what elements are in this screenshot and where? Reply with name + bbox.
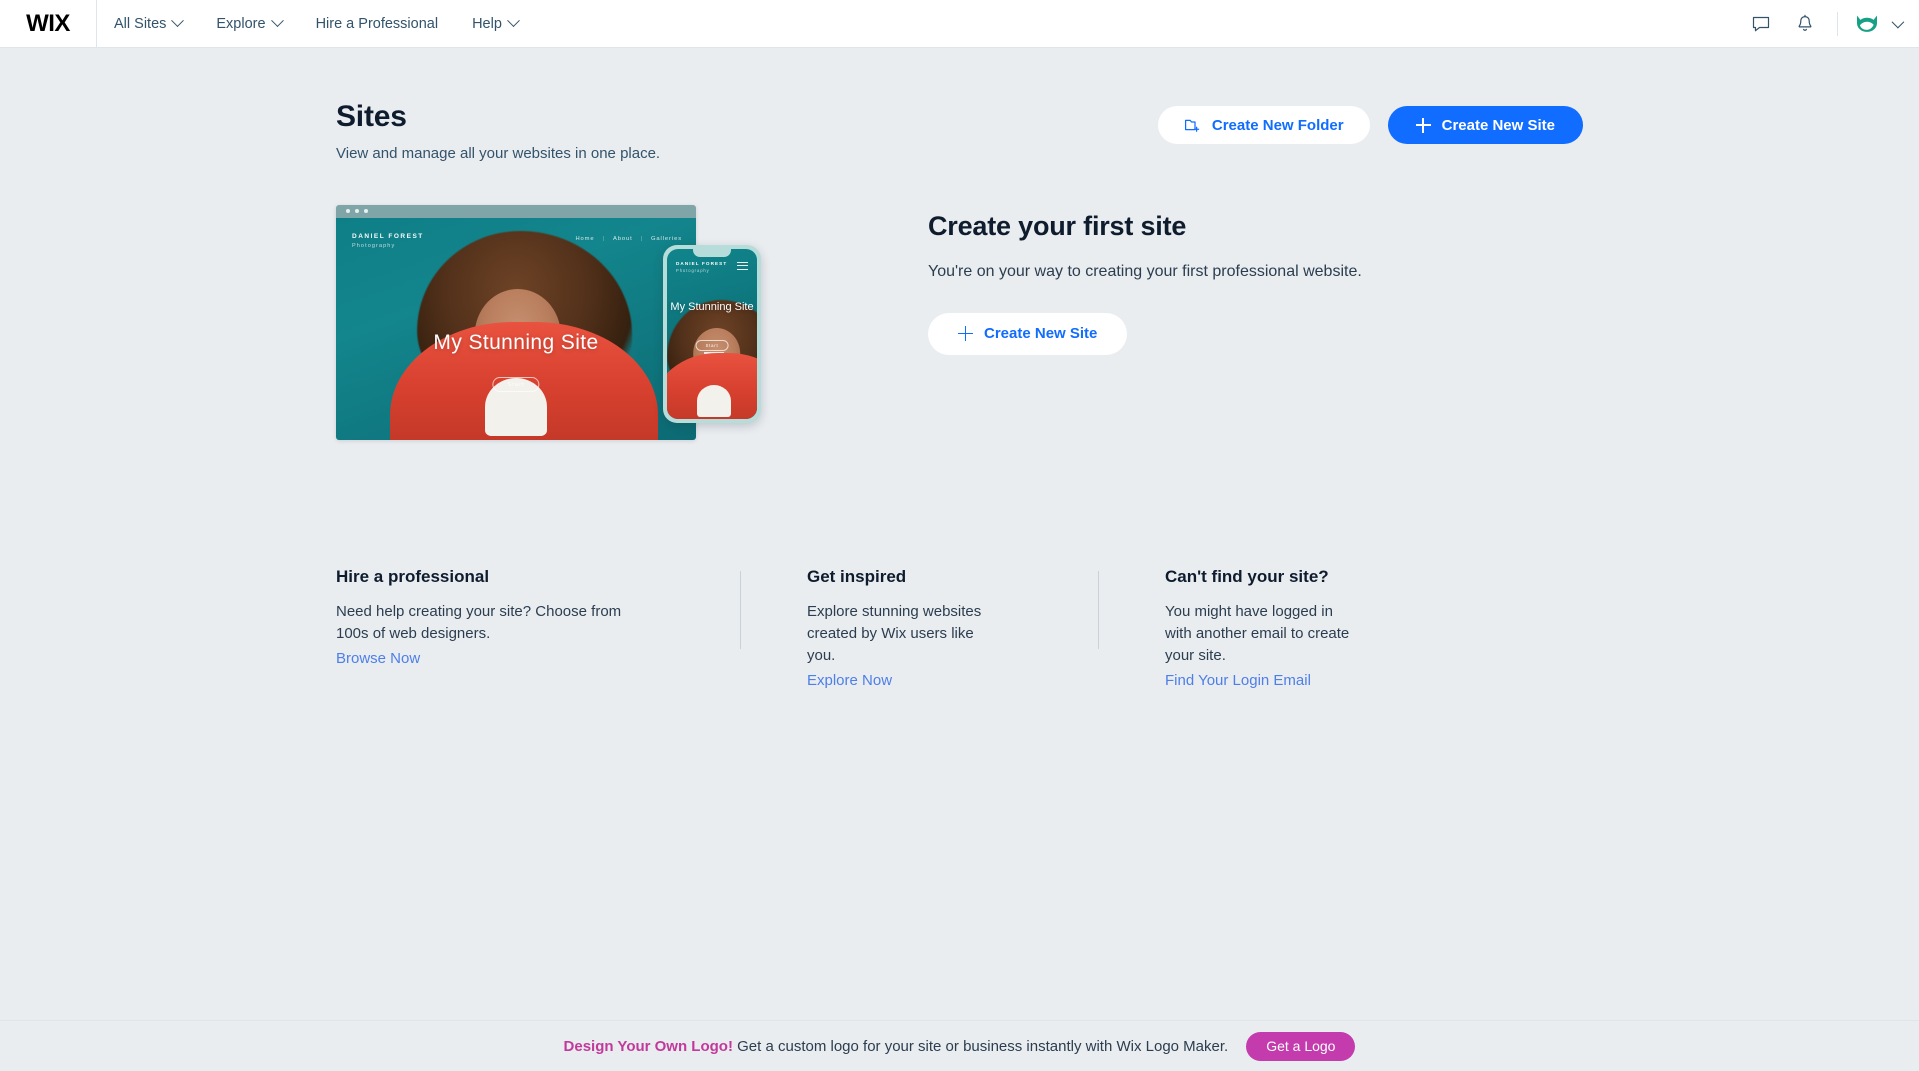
nav-item-label: All Sites	[114, 15, 167, 32]
info-title: Can't find your site?	[1165, 566, 1329, 586]
page-subtitle: View and manage all your websites in one…	[336, 144, 661, 162]
browser-title-bar	[336, 204, 696, 218]
chevron-down-icon	[507, 14, 520, 28]
hero-description: You're on your way to creating your firs…	[928, 262, 1362, 280]
content-container: Sites View and manage all your websites …	[0, 48, 1919, 690]
mobile-brand-sub: Photography	[676, 267, 710, 273]
preview-screenshot: DANIEL FOREST Photography Home | About |…	[336, 217, 696, 440]
wix-logo[interactable]: WIX	[0, 0, 96, 47]
nav-item-label: Hire a Professional	[315, 15, 439, 32]
info-text: Need help creating your site? Choose fro…	[336, 602, 622, 642]
page-title: Sites	[336, 100, 407, 133]
plus-icon	[1415, 117, 1431, 133]
info-column-get-inspired: Get inspired Explore stunning websites c…	[694, 567, 1052, 691]
promo-banner-body: Get a custom logo for your site or busin…	[732, 1037, 1229, 1055]
create-new-site-label: Create New Site	[1441, 116, 1555, 134]
get-a-logo-button[interactable]: Get a Logo	[1246, 1031, 1356, 1061]
preview-brand: DANIEL FOREST Photography	[352, 233, 424, 249]
preview-brand-sub: Photography	[352, 242, 396, 249]
model-collar-shape	[696, 384, 731, 417]
bell-icon[interactable]	[1783, 0, 1827, 48]
chevron-down-icon	[270, 14, 284, 28]
create-new-site-button-header[interactable]: Create New Site	[1387, 106, 1583, 144]
mobile-site-cta: Start	[695, 340, 729, 352]
preview-nav-item: About	[612, 235, 633, 242]
folder-plus-icon	[1184, 119, 1200, 132]
hero-cta-wrapper: Create New Site	[928, 312, 1362, 355]
preview-nav-separator: |	[602, 235, 605, 242]
info-title: Hire a professional	[336, 566, 490, 586]
promo-banner-headline: Design Your Own Logo!	[563, 1037, 733, 1055]
mobile-preview-screen: DANIEL FOREST Photography My Stunning Si…	[667, 248, 757, 419]
page-body: Sites View and manage all your websites …	[0, 48, 1919, 1071]
site-preview-illustration: DANIEL FOREST Photography Home | About |…	[336, 204, 761, 465]
hero-title: Create your first site	[928, 210, 1187, 241]
plus-icon	[958, 326, 973, 341]
explore-now-link[interactable]: Explore Now	[807, 672, 892, 689]
preview-site-cta: Start	[492, 377, 540, 393]
preview-nav: Home | About | Galleries	[575, 236, 682, 242]
preview-nav-item: Galleries	[651, 235, 682, 242]
page-header-actions: Create New Folder Create New Site	[1157, 100, 1583, 144]
hero-section: DANIEL FOREST Photography Home | About |…	[336, 162, 1583, 465]
nav-item-help[interactable]: Help	[455, 0, 535, 47]
top-navigation-bar: WIX All Sites Explore Hire a Professiona…	[0, 0, 1919, 48]
mobile-preview-mock: DANIEL FOREST Photography My Stunning Si…	[663, 244, 761, 423]
mobile-brand-name: DANIEL FOREST	[676, 260, 728, 266]
nav-item-all-sites[interactable]: All Sites	[97, 0, 199, 47]
preview-site-title: My Stunning Site	[433, 330, 599, 354]
account-avatar-icon[interactable]	[1852, 9, 1882, 39]
info-column-cant-find-your-site: Can't find your site? You might have log…	[1052, 567, 1410, 691]
nav-right-divider	[1837, 11, 1838, 36]
desktop-preview-mock: DANIEL FOREST Photography Home | About |…	[336, 204, 696, 440]
nav-menu: All Sites Explore Hire a Professional He…	[97, 0, 535, 47]
browser-dot	[355, 209, 359, 213]
create-new-folder-label: Create New Folder	[1211, 116, 1344, 134]
info-text: You might have logged in with another em…	[1165, 602, 1350, 664]
browse-now-link[interactable]: Browse Now	[336, 650, 420, 667]
mobile-site-title: My Stunning Site	[670, 300, 754, 313]
nav-right-group	[1739, 0, 1919, 47]
hero-copy: Create your first site You're on your wa…	[928, 205, 1362, 355]
info-column-hire-a-professional: Hire a professional Need help creating y…	[336, 567, 694, 691]
chevron-down-icon[interactable]	[1891, 15, 1905, 29]
info-columns: Hire a professional Need help creating y…	[336, 465, 1583, 691]
hamburger-menu-icon	[737, 261, 748, 273]
find-your-login-email-link[interactable]: Find Your Login Email	[1165, 672, 1311, 689]
nav-left-group: WIX All Sites Explore Hire a Professiona…	[0, 0, 535, 47]
info-title: Get inspired	[807, 566, 907, 586]
page-header: Sites View and manage all your websites …	[336, 48, 1583, 162]
browser-dot	[346, 209, 350, 213]
chat-bubble-icon[interactable]	[1739, 0, 1783, 48]
mobile-preview-brand: DANIEL FOREST Photography	[676, 261, 727, 273]
phone-notch	[693, 248, 731, 257]
nav-item-label: Help	[472, 15, 502, 32]
page-header-text: Sites View and manage all your websites …	[336, 100, 660, 162]
nav-item-label: Explore	[216, 15, 266, 32]
chevron-down-icon	[171, 14, 185, 28]
nav-item-explore[interactable]: Explore	[199, 0, 298, 47]
create-new-site-button-hero[interactable]: Create New Site	[928, 312, 1128, 355]
info-text: Explore stunning websites created by Wix…	[807, 602, 982, 664]
nav-item-hire-a-professional[interactable]: Hire a Professional	[299, 0, 456, 47]
preview-brand-name: DANIEL FOREST	[352, 232, 424, 240]
promo-banner-text: Design Your Own Logo! Get a custom logo …	[564, 1038, 1229, 1055]
preview-nav-separator: |	[640, 235, 644, 242]
browser-dot	[364, 209, 368, 213]
create-new-folder-button[interactable]: Create New Folder	[1157, 106, 1370, 144]
promo-banner: Design Your Own Logo! Get a custom logo …	[0, 1020, 1919, 1071]
preview-overlay: DANIEL FOREST Photography Home | About |…	[336, 218, 696, 440]
create-new-site-label: Create New Site	[984, 325, 1098, 342]
preview-nav-item: Home	[575, 235, 595, 242]
